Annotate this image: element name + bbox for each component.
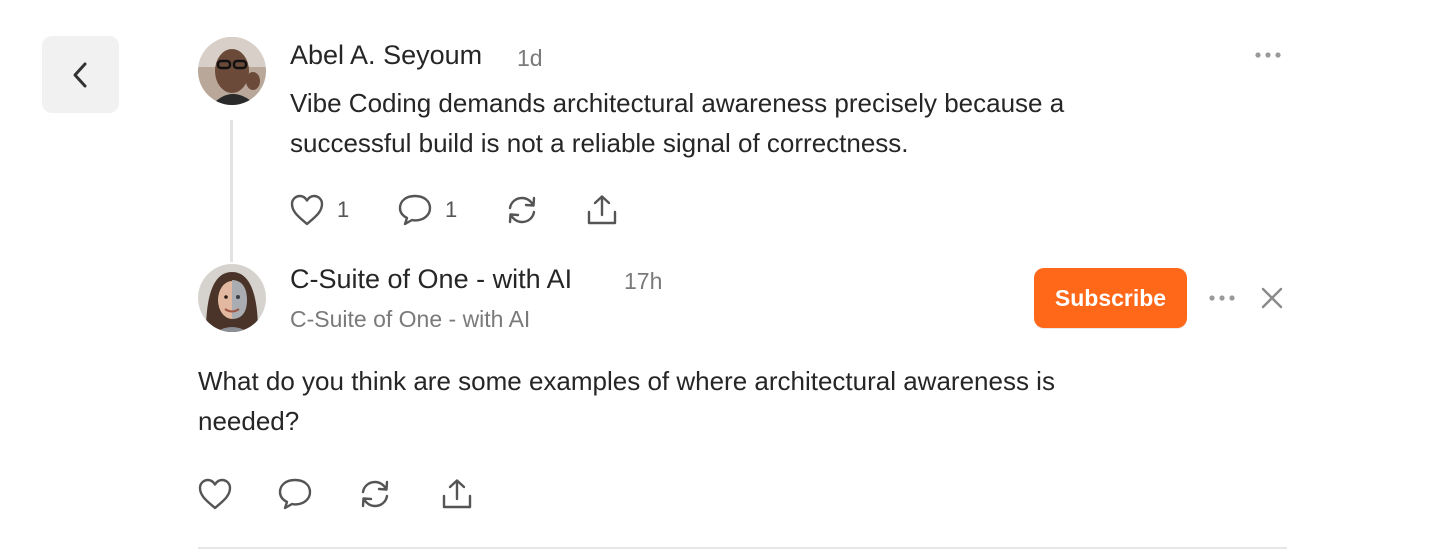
reply-text-line: What do you think are some examples of w… [198,366,1055,396]
back-button[interactable] [42,36,119,113]
post-author[interactable]: Abel A. Seyoum [290,40,482,71]
post-text-line: successful build is not a reliable signa… [290,128,909,158]
restack-icon [358,477,392,511]
heart-icon [197,477,233,511]
more-options-icon[interactable] [1207,290,1237,311]
reply-text-line: needed? [198,406,300,436]
reply-timestamp[interactable]: 17h [624,268,662,295]
reply-author[interactable]: C-Suite of One - with AI [290,264,572,295]
post-text-line: Vibe Coding demands architectural awaren… [290,88,1065,118]
reply-body: What do you think are some examples of w… [198,361,1258,441]
subscribe-button[interactable]: Subscribe [1034,268,1187,328]
comment-count: 1 [445,197,458,222]
like-button[interactable] [197,477,233,511]
post-timestamp[interactable]: 1d [517,45,543,72]
restack-button[interactable] [505,193,539,227]
heart-icon [289,193,325,227]
restack-button[interactable] [358,477,392,511]
share-button[interactable] [585,193,619,227]
reply-publication[interactable]: C-Suite of One - with AI [290,306,530,333]
close-icon[interactable] [1260,286,1284,315]
like-button[interactable]: 1 [289,193,349,227]
comment-button[interactable] [277,477,313,511]
restack-icon [505,193,539,227]
avatar[interactable] [198,37,266,105]
chevron-left-icon [70,60,92,90]
share-button[interactable] [440,477,474,511]
more-options-icon[interactable] [1253,47,1283,68]
share-icon [585,193,619,227]
comment-icon [277,477,313,511]
comment-button[interactable]: 1 [397,193,457,227]
share-icon [440,477,474,511]
post-body: Vibe Coding demands architectural awaren… [290,83,1250,163]
divider [198,547,1287,549]
thread-line [230,120,233,262]
like-count: 1 [337,197,350,222]
comment-icon [397,193,433,227]
avatar[interactable] [198,264,266,332]
